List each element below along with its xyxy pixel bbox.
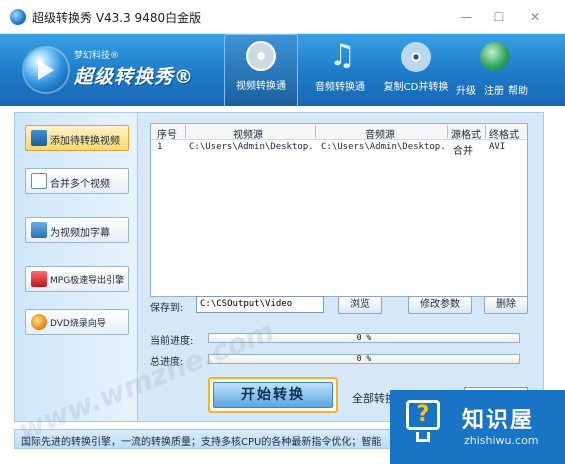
help-button[interactable]: 帮助 (508, 36, 530, 102)
merge-icon (31, 173, 47, 189)
add-video-icon (31, 130, 47, 146)
film-reel-icon (246, 41, 276, 71)
add-video-label: 添加待转换视频 (50, 136, 120, 147)
column-header-video-source[interactable]: 视频源 (233, 126, 283, 141)
column-header-target-format[interactable]: 终格式 (489, 126, 525, 141)
badge-title: 知识屋 (462, 408, 535, 433)
current-progress-label: 当前进度: (150, 336, 194, 347)
register-label: 注册 (484, 86, 504, 97)
question-monitor-icon: ? (404, 400, 442, 444)
company-name: 梦幻科技® (74, 51, 120, 61)
app-window: 超级转换秀 V43.3 9480白金版 — ☐ ✕ 梦幻科技® 超级转换秀® 视… (0, 0, 565, 464)
mpg-icon (31, 271, 47, 287)
row-video-source: C:\Users\Admin\Desktop... (189, 142, 313, 152)
column-header-audio-source[interactable]: 音频源 (365, 126, 415, 141)
tab-copy-cd[interactable]: 复制CD并转换 (380, 36, 452, 102)
logo-icon (24, 48, 68, 92)
title-bar: 超级转换秀 V43.3 9480白金版 — ☐ ✕ (0, 0, 565, 34)
row-source-format: 合并 (453, 146, 473, 157)
add-subtitle-button[interactable]: 为视频加字幕 (25, 217, 129, 243)
column-header-index[interactable]: 序号 (157, 126, 185, 141)
column-divider (485, 125, 486, 138)
table-row[interactable]: 1 C:\Users\Admin\Desktop... C:\Users\Adm… (151, 142, 527, 157)
column-divider (185, 125, 186, 138)
dvd-icon (31, 314, 47, 330)
start-convert-label: 开始转换 (213, 382, 333, 408)
close-button[interactable]: ✕ (521, 6, 549, 28)
cd-disc-icon (401, 42, 431, 72)
mpg-export-button[interactable]: MPG极速导出引擎 (25, 266, 129, 292)
delete-button[interactable]: 删除 (484, 296, 528, 314)
music-note-icon (325, 38, 356, 73)
minimize-button[interactable]: — (452, 6, 480, 28)
save-path-field[interactable]: C:\CSOutput\Video (196, 296, 324, 313)
maximize-button[interactable]: ☐ (485, 6, 513, 28)
product-name: 超级转换秀® (74, 66, 195, 88)
badge-subtitle: zhishiwu.com (464, 434, 539, 447)
brand-badge: ? 知识屋 zhishiwu.com (390, 390, 565, 464)
merge-videos-label: 合并多个视频 (50, 179, 110, 190)
tab-audio-label: 音频转换通 (315, 82, 365, 93)
mpg-export-label: MPG极速导出引擎 (50, 276, 125, 286)
upgrade-button[interactable]: 升级 (456, 36, 480, 102)
app-icon (10, 9, 26, 25)
dvd-burn-button[interactable]: DVD烧录向导 (25, 309, 129, 335)
total-progress-text: 0 % (356, 354, 372, 363)
tab-cd-label: 复制CD并转换 (383, 82, 449, 93)
browse-button[interactable]: 浏览 (338, 296, 382, 314)
merge-videos-button[interactable]: 合并多个视频 (25, 168, 129, 194)
tab-video-convert[interactable]: 视频转换通 (224, 34, 298, 106)
row-index: 1 (157, 142, 163, 152)
column-divider (447, 125, 448, 138)
window-title: 超级转换秀 V43.3 9480白金版 (32, 11, 202, 25)
add-video-button[interactable]: 添加待转换视频 (25, 125, 129, 151)
monitor-stand (416, 432, 430, 442)
help-label: 帮助 (508, 86, 528, 97)
total-progress-bar: 0 % (208, 354, 520, 364)
start-convert-button[interactable]: 开始转换 (208, 377, 338, 413)
upgrade-label: 升级 (456, 86, 476, 97)
save-to-label: 保存到: (150, 303, 184, 314)
subtitle-icon (31, 222, 47, 238)
header-banner: 梦幻科技® 超级转换秀® 视频转换通 音频转换通 复制CD并转换 升级 注册 帮… (0, 34, 565, 106)
add-subtitle-label: 为视频加字幕 (50, 228, 110, 239)
column-header-source-format[interactable]: 源格式 (451, 126, 485, 141)
register-button[interactable]: 注册 (484, 36, 506, 102)
question-mark-glyph: ? (416, 402, 430, 427)
row-target-format: AVI (489, 142, 506, 152)
tab-audio-convert[interactable]: 音频转换通 (308, 36, 372, 102)
modify-params-button[interactable]: 修改参数 (408, 296, 472, 314)
list-header: 序号 视频源 音频源 源格式 终格式 (151, 124, 527, 141)
dvd-burn-label: DVD烧录向导 (50, 319, 106, 329)
file-list[interactable]: 序号 视频源 音频源 源格式 终格式 1 C:\Users\Admin\Desk… (150, 123, 528, 297)
tab-video-label: 视频转换通 (236, 81, 286, 92)
row-audio-source: C:\Users\Admin\Desktop... (321, 142, 445, 152)
column-divider (315, 125, 316, 138)
